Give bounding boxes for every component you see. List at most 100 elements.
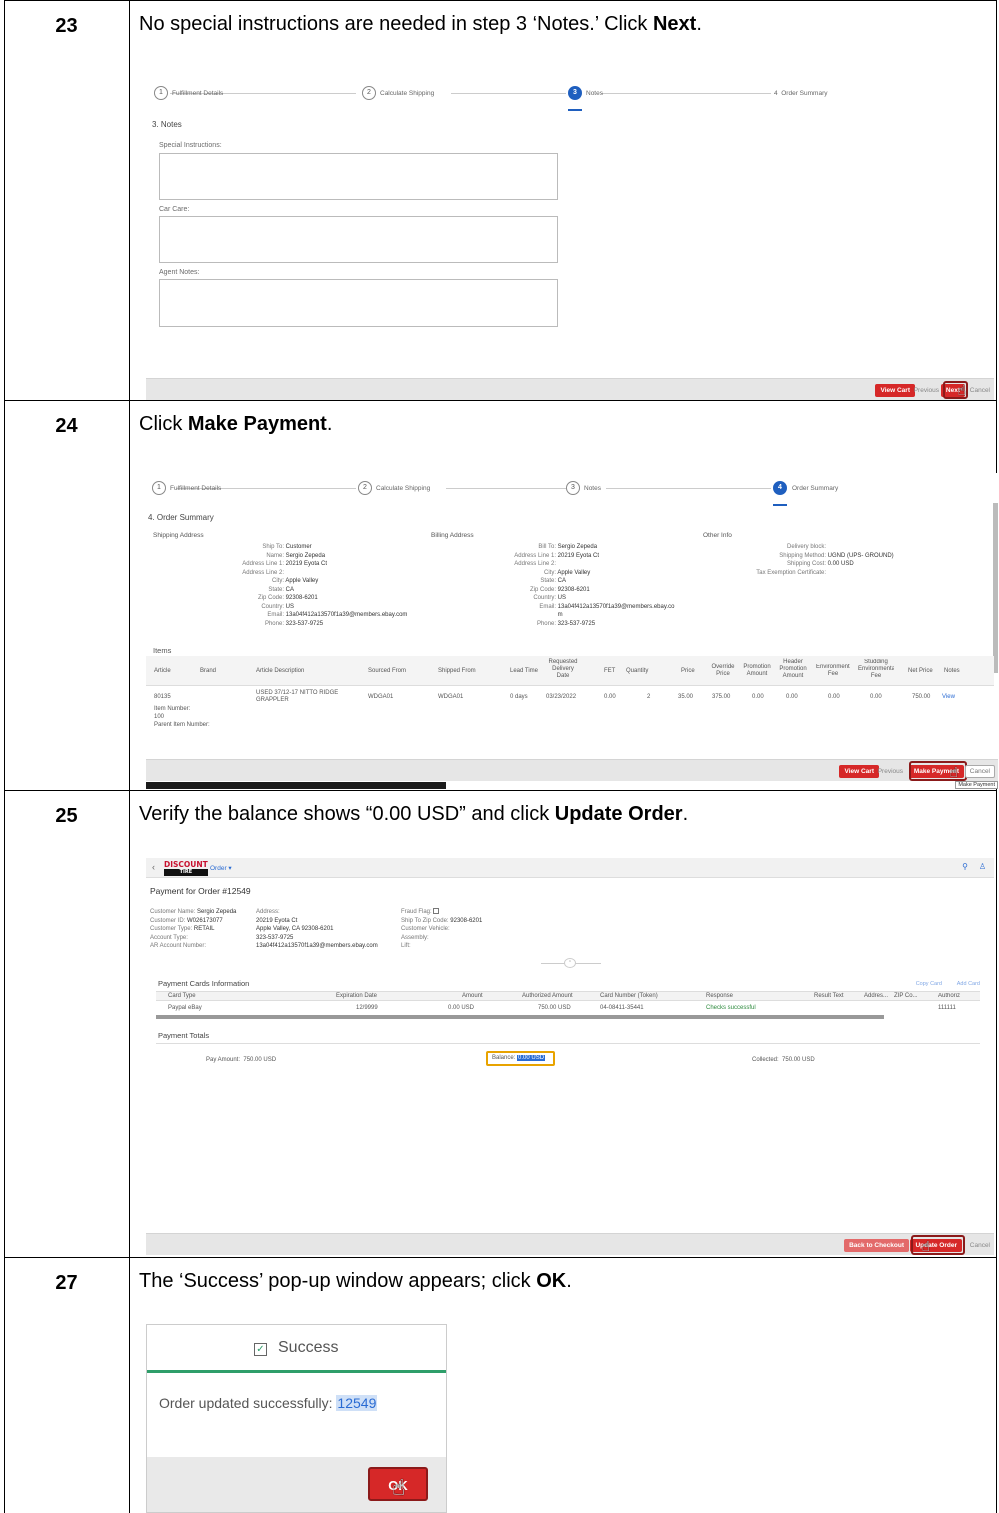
agent-notes-textarea[interactable] — [159, 279, 558, 327]
item-promotion: 0.00 — [752, 694, 764, 700]
col-card-type: Card Type — [168, 993, 196, 999]
col-zip: ZIP Co... — [894, 993, 918, 999]
step-circle[interactable]: 2 — [362, 86, 376, 100]
check-icon: ✓ — [254, 1343, 267, 1356]
active-step-indicator — [773, 504, 787, 506]
scrollbar[interactable] — [993, 503, 998, 673]
col-net-price: Net Price — [908, 668, 933, 674]
popup-footer: OK ☝ — [147, 1457, 446, 1512]
collected: Collected: 750.00 USD — [752, 1057, 815, 1063]
highlight-box — [909, 761, 967, 781]
field-label: Car Care: — [159, 206, 190, 213]
step-row-25: 25 Verify the balance shows “0.00 USD” a… — [4, 791, 997, 1258]
step-label[interactable]: Fulfillment Details — [172, 90, 223, 97]
col-amount: Amount — [462, 993, 483, 999]
step-instruction: Verify the balance shows “0.00 USD” and … — [139, 803, 689, 825]
special-instructions-textarea[interactable] — [159, 153, 558, 200]
card-number: 04-08411-35441 — [600, 1005, 644, 1011]
footer-toolbar: Back to Checkout Update Order ☝ Cancel — [146, 1233, 994, 1255]
step-circle[interactable]: 1 — [152, 481, 166, 495]
col-address: Addres... — [864, 993, 889, 999]
col-override-price: Override Price — [711, 664, 735, 677]
popup-message: Order updated successfully: 12549 — [159, 1395, 378, 1411]
previous-button[interactable]: Previous — [878, 768, 903, 775]
step-label[interactable]: Fulfillment Details — [170, 485, 221, 492]
item-lead-time: 0 days — [510, 694, 528, 700]
fraud-flag-checkbox[interactable] — [433, 908, 440, 915]
page-title: Payment for Order #12549 — [150, 886, 251, 896]
col-result-text: Result Text — [814, 993, 844, 999]
wizard-stepper: 1 Fulfillment Details 2 Calculate Shippi… — [146, 473, 998, 506]
step-instruction: Click Make Payment. — [139, 413, 333, 435]
taskbar — [146, 782, 446, 789]
billing-address-block: Bill To: Sergio Zepeda Address Line 1: 2… — [514, 544, 675, 627]
card-type: Paypal eBay — [168, 1005, 202, 1011]
step-label[interactable]: Calculate Shipping — [376, 485, 430, 492]
car-care-textarea[interactable] — [159, 216, 558, 263]
search-icon[interactable]: ⚲ — [962, 862, 968, 871]
user-icon[interactable]: ♙ — [979, 862, 986, 871]
col-environmental-fee: Environmental Fee — [816, 664, 850, 677]
col-card-number: Card Number (Token) — [600, 993, 658, 999]
other-info-block: Delivery block: Shipping Method: UGND (U… — [756, 544, 894, 576]
cancel-button[interactable]: Cancel — [964, 765, 995, 778]
horizontal-scrollbar[interactable] — [156, 1015, 884, 1019]
step-number: 25 — [55, 805, 78, 827]
other-info-title: Other Info — [703, 532, 732, 539]
step-label[interactable]: Notes — [584, 485, 601, 492]
col-expiration: Expiration Date — [336, 993, 378, 999]
step-number-cell: 24 — [5, 401, 130, 791]
col-lead-time: Lead Time — [510, 668, 539, 674]
back-icon[interactable]: ‹ — [152, 862, 155, 872]
field-label: Special Instructions: — [159, 142, 222, 149]
step-label[interactable]: Notes — [586, 90, 603, 97]
item-environmental-fee: 0.00 — [828, 694, 840, 700]
item-view-link[interactable]: View — [942, 694, 955, 700]
item-description: USED 37/12-17 NITTO RIDGE GRAPPLER — [256, 690, 339, 703]
step-circle[interactable]: 3 — [566, 481, 580, 495]
step-circle[interactable]: 2 — [358, 481, 372, 495]
app-header: ‹ DISCOUNT TIRE Order ▾ ⚲ ♙ — [146, 858, 994, 878]
step-number: 27 — [55, 1272, 78, 1294]
view-cart-button[interactable]: View Cart — [875, 384, 915, 397]
step-circle[interactable]: 1 — [154, 86, 168, 100]
item-article: 80135 — [154, 694, 171, 700]
parent-item-label: Parent Item Number: — [154, 722, 210, 728]
order-summary-screenshot: 1 Fulfillment Details 2 Calculate Shippi… — [146, 473, 998, 789]
add-card-link[interactable]: Add Card — [957, 981, 980, 987]
card-expiration: 12/9999 — [356, 1005, 378, 1011]
order-menu[interactable]: Order ▾ — [210, 864, 232, 872]
view-cart-button[interactable]: View Cart — [839, 765, 879, 778]
step-label[interactable]: Calculate Shipping — [380, 90, 434, 97]
step-row-24: 24 Click Make Payment. 1 Fulfillment Det… — [4, 401, 998, 791]
card-amount: 0.00 USD — [448, 1005, 475, 1011]
step-number-cell: 25 — [5, 791, 130, 1258]
col-notes: Notes — [944, 668, 960, 674]
col-requested-delivery: Requested Delivery Date — [548, 659, 578, 679]
col-authorization: Authoriz — [938, 993, 961, 999]
col-brand: Brand — [200, 668, 217, 674]
chevron-up-icon[interactable]: ⌃ — [564, 958, 576, 968]
popup-title: Success — [278, 1339, 339, 1356]
item-quantity: 2 — [647, 694, 651, 700]
cancel-button[interactable]: Cancel — [970, 387, 990, 394]
totals-divider — [156, 1043, 980, 1044]
step-label[interactable]: Order Summary — [792, 485, 838, 492]
back-to-checkout-button[interactable]: Back to Checkout — [844, 1239, 909, 1252]
item-delivery-date: 03/23/2022 — [546, 694, 577, 700]
col-fet: FET — [604, 668, 616, 674]
previous-button[interactable]: Previous — [914, 387, 939, 394]
step-circle-active[interactable]: 3 — [568, 86, 582, 100]
step-label[interactable]: 4 Order Summary — [774, 90, 827, 97]
pointer-icon: ☝ — [957, 382, 966, 398]
step-circle-active[interactable]: 4 — [773, 481, 787, 495]
cancel-button[interactable]: Cancel — [970, 1242, 990, 1249]
section-title: 4. Order Summary — [148, 513, 214, 522]
popup-header: ✓ Success — [147, 1325, 446, 1373]
copy-card-link[interactable]: Copy Card — [916, 981, 942, 987]
footer-toolbar: View Cart Previous Make Payment ☝ Cancel — [146, 759, 998, 781]
step-number: 24 — [55, 415, 78, 437]
col-shipped-from: Shipped From — [438, 668, 476, 674]
col-article: Article — [154, 668, 171, 674]
step-row-27: 27 The ‘Success’ pop-up window appears; … — [4, 1258, 997, 1513]
